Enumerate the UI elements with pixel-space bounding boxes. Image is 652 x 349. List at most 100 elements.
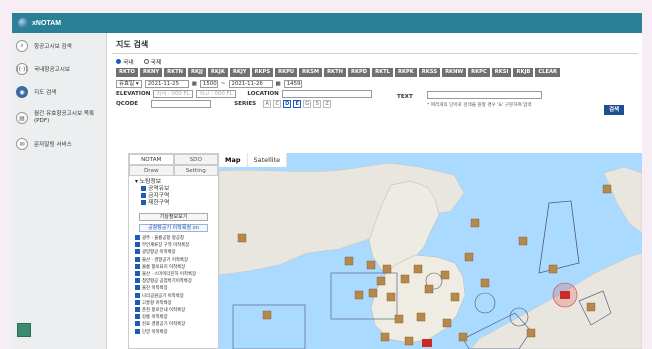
notam-marker-icon[interactable] [440,270,450,280]
location-input[interactable] [281,90,372,98]
fir-button-rknw[interactable]: RKNW [442,68,467,77]
calendar-icon[interactable]: ▦ [276,81,281,87]
elevation-min-input[interactable]: 최저 : 000 FL [153,90,194,98]
date-from-input[interactable]: 2021-11-25 [144,80,189,88]
qcode-input[interactable] [151,100,212,108]
fir-button-rkjy[interactable]: RKJY [229,68,250,77]
fir-button-rkto[interactable]: RKTO [116,68,138,77]
notam-marker-icon[interactable] [548,264,558,274]
airport-list-item[interactable]: 춘천 항로안내 이착륙장 [135,307,212,314]
danger-marker-icon[interactable] [560,291,570,299]
notam-marker-icon[interactable] [380,332,390,342]
fir-button-clear[interactable]: CLEAR [535,68,561,77]
notam-marker-icon[interactable] [442,318,452,328]
time-from-input[interactable]: 1500 [199,80,218,88]
notam-marker-icon[interactable] [366,260,376,270]
series-toggle-c[interactable]: C [273,100,282,108]
fir-button-rkpc[interactable]: RKPC [468,68,490,77]
tab-sdo[interactable]: SDO [173,154,218,165]
tab-setting[interactable]: Setting [173,165,218,176]
series-toggle-s[interactable]: S [313,100,322,108]
notam-marker-icon[interactable] [586,302,596,312]
tab-satellite[interactable]: Satellite [247,153,288,167]
app-brand[interactable]: xNOTAM [32,20,61,27]
notam-marker-icon[interactable] [470,218,480,228]
text-input[interactable] [427,91,542,99]
fir-button-rkpk[interactable]: RKPK [394,68,417,77]
airport-list-item[interactable]: 울산 · 스마이더진하 이착륙장 [135,271,212,278]
notam-marker-icon[interactable] [464,252,474,262]
notam-marker-icon[interactable] [404,336,414,346]
notam-marker-icon[interactable] [480,278,490,288]
radio-domestic[interactable]: 국내 [116,57,134,66]
fir-button-rkjj[interactable]: RKJJ [188,68,206,77]
notam-marker-icon[interactable] [518,236,528,246]
notam-marker-icon[interactable] [394,314,404,324]
airport-list-item[interactable]: 광주 · 울릉공항 항공청 [135,235,212,242]
sidebar-item-notam-search[interactable]: ⌕ 항공고시보 검색 [12,36,106,56]
layer-item[interactable]: 공역유보 [135,186,212,193]
fir-button-rkps[interactable]: RKPS [251,68,274,77]
airport-toggle-button[interactable]: 공항항공기 이착륙정 on [139,224,208,232]
tab-map[interactable]: Map [219,153,248,167]
weather-button[interactable]: 기상정보보기 [139,213,208,221]
fir-button-rktn[interactable]: RKTN [164,68,186,77]
elevation-max-input[interactable]: 최고 : 000 FL [196,90,237,98]
calendar-icon[interactable]: ▦ [192,81,197,87]
notam-marker-icon[interactable] [413,264,423,274]
airport-list-item[interactable]: 단양 이착륙장 [135,328,212,336]
notam-marker-icon[interactable] [354,290,364,300]
fir-button-rktl[interactable]: RKTL [372,68,393,77]
series-toggle-d[interactable]: D [283,100,292,108]
series-toggle-z[interactable]: Z [323,100,332,108]
date-to-input[interactable]: 2021-11-26 [228,80,273,88]
notam-marker-icon[interactable] [602,184,612,194]
series-toggle-a[interactable]: A [263,100,272,108]
tab-notam[interactable]: NOTAM [129,154,174,165]
notam-marker-icon[interactable] [386,292,396,302]
notam-marker-icon[interactable] [344,256,354,266]
airport-list-item[interactable]: 나리공원공기 이착륙장 [135,292,212,300]
notam-marker-icon[interactable] [237,233,247,243]
tab-draw[interactable]: Draw [129,165,174,176]
sidebar-item-sms-service[interactable]: ✉ 문자알림 서비스 [12,134,106,154]
fir-button-rkss[interactable]: RKSS [418,68,441,77]
notam-marker-icon[interactable] [262,310,272,320]
fir-button-rkth[interactable]: RKTH [324,68,346,77]
sidebar-item-monthly-pdf[interactable]: ▤ 월간 유효항공고시보 목록(PDF) [12,105,106,131]
fir-button-rkpd[interactable]: RKPD [347,68,371,77]
fir-button-rkjk[interactable]: RKJK [207,68,228,77]
series-toggle-e[interactable]: E [293,100,302,108]
airport-list-item[interactable]: 고흥항 이착륙장 [135,299,212,307]
fir-button-rkpu[interactable]: RKPU [275,68,298,77]
layer-item[interactable]: 금지구역 [135,193,212,200]
map-view[interactable]: Map Satellite [219,153,642,349]
fir-button-rksm[interactable]: RKSM [299,68,323,77]
airport-list-item[interactable]: 울산 · 경향공기 이착륙장 [135,256,212,264]
notam-marker-icon[interactable] [450,292,460,302]
airport-list-item[interactable]: 무안계류장 구역 이착륙장 [135,242,212,249]
airport-list-item[interactable]: 광양항공 이착륙장 [135,249,212,256]
sidebar-item-map-search[interactable]: ◉ 지도 검색 [12,82,106,102]
sidebar-item-domestic-notam[interactable]: ((·)) 국내항공고시보 [12,59,106,79]
time-to-input[interactable]: 1459 [283,80,302,88]
danger-marker-icon[interactable] [422,339,432,347]
layer-group-notam[interactable]: ▾ 노탐정보 [135,179,212,186]
notam-marker-icon[interactable] [424,284,434,294]
notam-marker-icon[interactable] [458,332,468,342]
layer-item[interactable]: 제한구역 [135,200,212,207]
fir-button-rkjb[interactable]: RKJB [513,68,534,77]
notam-marker-icon[interactable] [416,312,426,322]
airport-list-item[interactable]: 강릉 이착륙장 [135,314,212,321]
airport-list-item[interactable]: 청양항공 공업박기이착륙장 [135,278,212,285]
fir-button-rksi[interactable]: RKSI [491,68,512,77]
airport-list-item[interactable]: 울릉 항로표지 이착륙장 [135,263,212,271]
notam-marker-icon[interactable] [376,276,386,286]
series-toggle-g[interactable]: G [303,100,312,108]
notam-marker-icon[interactable] [382,264,392,274]
radio-international[interactable]: 국제 [143,57,161,66]
search-button[interactable]: 검색 [604,105,624,115]
notam-marker-icon[interactable] [526,328,536,338]
airport-list-item[interactable]: 진료 경항공기 이착륙장 [135,321,212,328]
fir-button-rkny[interactable]: RKNY [139,68,163,77]
